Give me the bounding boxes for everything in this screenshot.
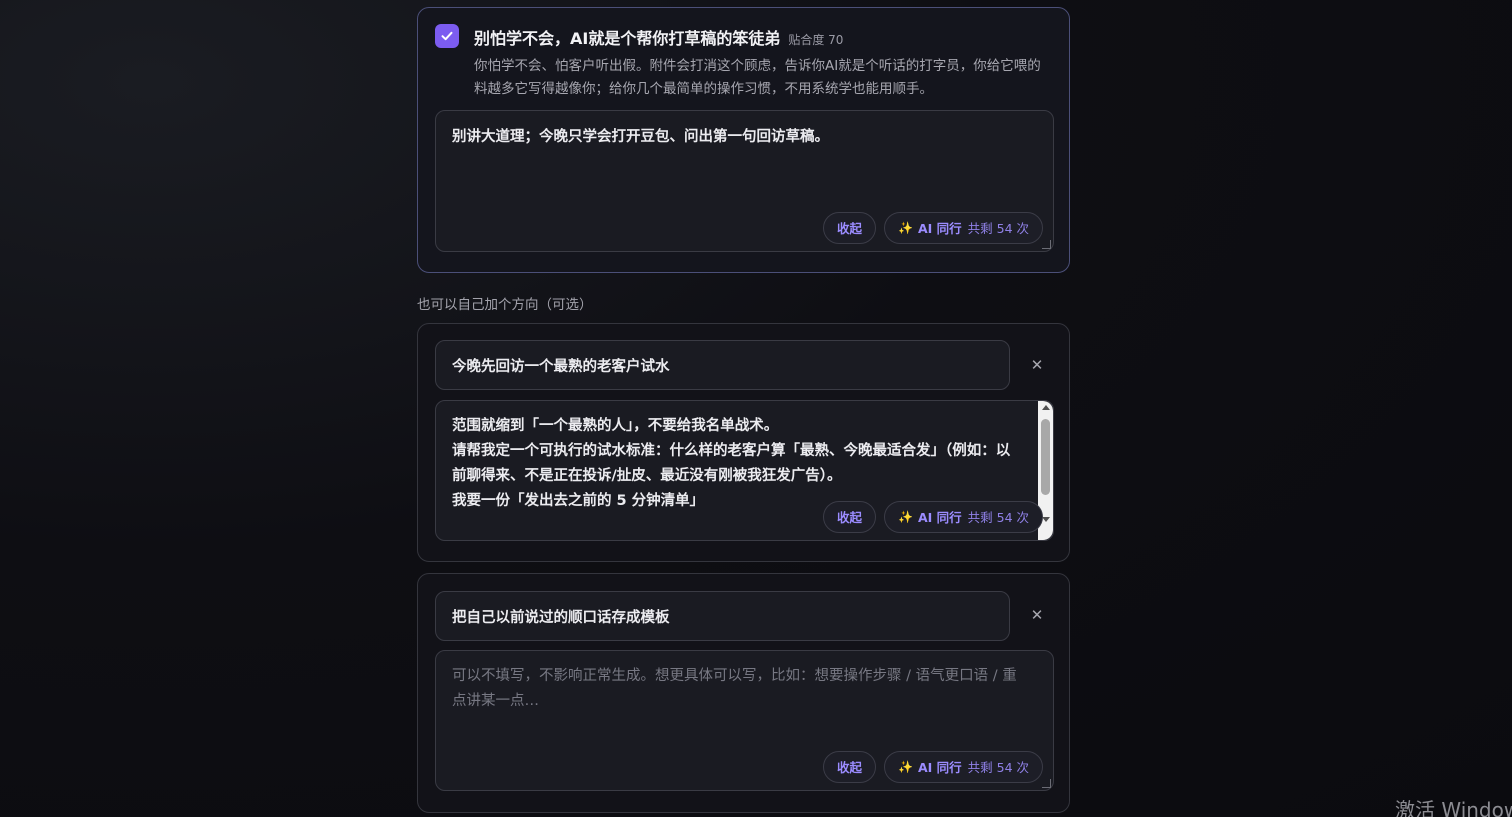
sparkle-icon: ✨ — [898, 220, 913, 235]
resize-handle[interactable] — [1042, 240, 1051, 249]
textarea-line: 请帮我定一个可执行的试水标准：什么样的老客户算「最熟、今晚最适合发」（例如：以前… — [452, 443, 1011, 484]
scroll-thumb[interactable] — [1041, 419, 1050, 495]
direction-title-value: 把自己以前说过的顺口话存成模板 — [452, 609, 670, 626]
custom-direction-card-1: 今晚先回访一个最熟的老客户试水 ✕ 范围就缩到「一个最熟的人」，不要给我名单战术… — [417, 323, 1070, 562]
ai-assist-button[interactable]: ✨ AI 同行 共剩 54 次 — [884, 751, 1043, 783]
card-title: 别怕学不会，AI就是个帮你打草稿的笨徒弟 贴合度 70 — [474, 25, 843, 49]
textarea-actions: 收起 ✨ AI 同行 共剩 54 次 — [822, 501, 1043, 533]
textarea-value: 别讲大道理；今晚只学会打开豆包、问出第一句回访草稿。 — [452, 129, 829, 145]
resize-handle[interactable] — [1042, 779, 1051, 788]
sparkle-icon: ✨ — [898, 759, 913, 774]
direction-note-textarea[interactable]: 别讲大道理；今晚只学会打开豆包、问出第一句回访草稿。 收起 ✨ AI 同行 共剩… — [435, 110, 1054, 252]
collapse-button[interactable]: 收起 — [822, 212, 876, 244]
close-icon: ✕ — [1030, 356, 1044, 374]
textarea-actions: 收起 ✨ AI 同行 共剩 54 次 — [822, 212, 1043, 244]
card-title-text: 别怕学不会，AI就是个帮你打草稿的笨徒弟 — [474, 29, 781, 48]
collapse-label: 收起 — [836, 759, 862, 775]
ai-assist-label: AI 同行 — [917, 220, 962, 236]
fit-score-badge: 贴合度 70 — [788, 33, 844, 47]
ai-remaining-count: 共剩 54 次 — [967, 509, 1029, 525]
textarea-placeholder: 可以不填写，不影响正常生成。想更具体可以写，比如：想要操作步骤 / 语气更口语 … — [452, 668, 1017, 709]
scroll-down-arrow-icon[interactable] — [1042, 517, 1050, 522]
windows-activation-watermark: 激活 Windows — [1395, 798, 1512, 817]
custom-direction-card-2: 把自己以前说过的顺口话存成模板 ✕ 可以不填写，不影响正常生成。想更具体可以写，… — [417, 573, 1070, 813]
ai-assist-button[interactable]: ✨ AI 同行 共剩 54 次 — [884, 212, 1043, 244]
ai-remaining-count: 共剩 54 次 — [967, 220, 1029, 236]
direction-note-textarea[interactable]: 可以不填写，不影响正常生成。想更具体可以写，比如：想要操作步骤 / 语气更口语 … — [435, 650, 1054, 791]
collapse-button[interactable]: 收起 — [822, 501, 876, 533]
textarea-actions: 收起 ✨ AI 同行 共剩 54 次 — [822, 751, 1043, 783]
collapse-button[interactable]: 收起 — [822, 751, 876, 783]
remove-direction-button[interactable]: ✕ — [1027, 355, 1047, 375]
check-icon — [441, 31, 453, 41]
remove-direction-button[interactable]: ✕ — [1027, 605, 1047, 625]
collapse-label: 收起 — [836, 220, 862, 236]
custom-direction-label: 也可以自己加个方向（可选） — [417, 297, 593, 313]
textarea-line: 范围就缩到「一个最熟的人」，不要给我名单战术。 — [452, 418, 779, 434]
collapse-label: 收起 — [836, 509, 862, 525]
direction-title-value: 今晚先回访一个最熟的老客户试水 — [452, 358, 670, 375]
direction-checkbox[interactable] — [435, 24, 459, 48]
ai-assist-label: AI 同行 — [917, 509, 962, 525]
card-description: 你怕学不会、怕客户听出假。附件会打消这个顾虑，告诉你AI就是个听话的打字员，你给… — [474, 58, 1041, 97]
ai-assist-label: AI 同行 — [917, 759, 962, 775]
direction-note-textarea[interactable]: 范围就缩到「一个最熟的人」，不要给我名单战术。 请帮我定一个可执行的试水标准：什… — [435, 400, 1054, 541]
direction-title-input[interactable]: 把自己以前说过的顺口话存成模板 — [435, 591, 1010, 641]
direction-title-input[interactable]: 今晚先回访一个最熟的老客户试水 — [435, 340, 1010, 390]
ai-assist-button[interactable]: ✨ AI 同行 共剩 54 次 — [884, 501, 1043, 533]
close-icon: ✕ — [1030, 606, 1044, 624]
selected-direction-card: 别怕学不会，AI就是个帮你打草稿的笨徒弟 贴合度 70 你怕学不会、怕客户听出假。… — [417, 7, 1070, 273]
scroll-up-arrow-icon[interactable] — [1042, 405, 1050, 410]
ai-remaining-count: 共剩 54 次 — [967, 759, 1029, 775]
sparkle-icon: ✨ — [898, 509, 913, 524]
